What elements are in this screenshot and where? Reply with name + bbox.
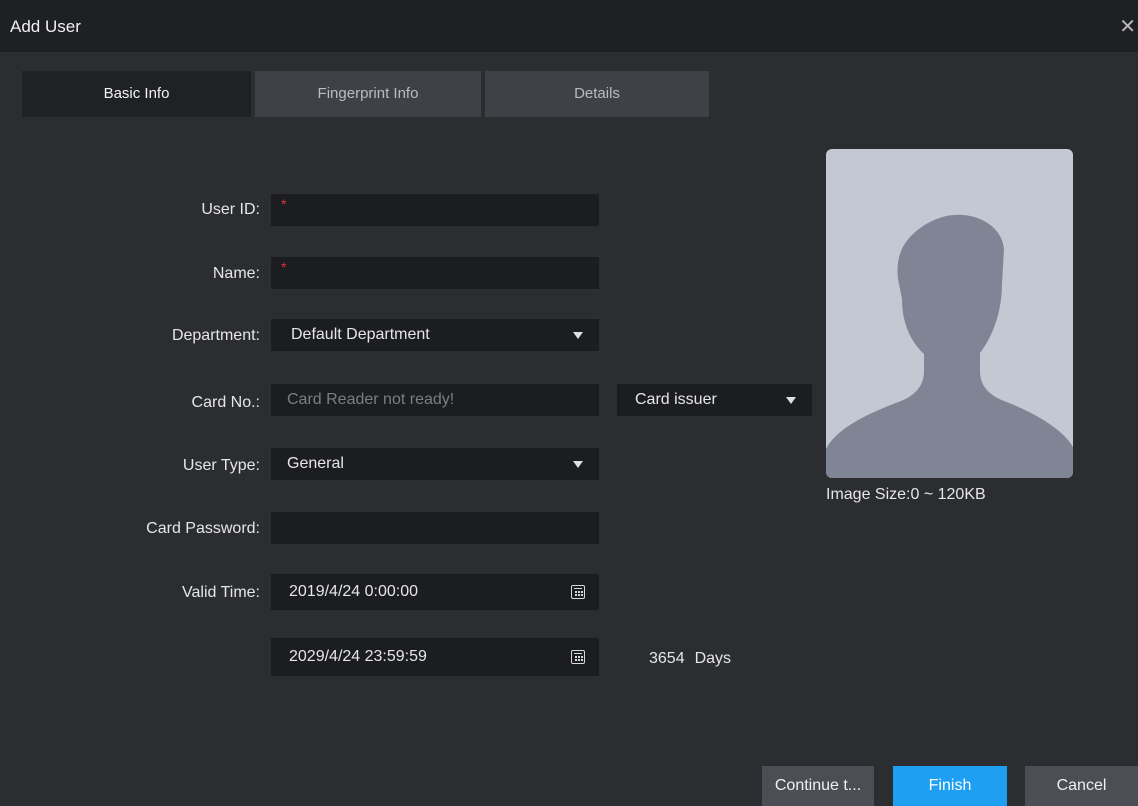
user-type-value: General [287,455,344,472]
valid-days-count: 3654 [649,650,685,667]
tab-fingerprint-info[interactable]: Fingerprint Info [255,71,481,117]
card-no-placeholder: Card Reader not ready! [287,391,455,408]
card-no-input[interactable]: Card Reader not ready! [271,384,599,416]
required-mark: * [281,196,287,212]
department-label: Department: [171,327,260,344]
user-id-input[interactable]: * [271,194,599,226]
user-type-select[interactable]: General [271,448,599,480]
close-icon[interactable]: ✕ [1119,14,1136,39]
window-title: Add User [10,17,81,36]
user-photo[interactable] [826,149,1073,478]
valid-days-unit: Days [694,650,732,667]
name-input[interactable]: * [271,257,599,289]
user-id-label: User ID: [201,201,260,218]
card-password-input[interactable] [271,512,599,544]
tab-basic-info[interactable]: Basic Info [22,71,251,117]
image-size-hint: Image Size:0 ~ 120KB [826,486,986,503]
calendar-icon[interactable] [571,585,585,599]
valid-time-label: Valid Time: [182,584,260,601]
user-type-label: User Type: [182,457,260,474]
department-select[interactable]: Default Department [271,319,599,351]
card-issuer-select[interactable]: Card issuer [617,384,812,416]
card-issuer-value: Card issuer [635,391,717,408]
chevron-down-icon [573,461,583,468]
valid-time-start-input[interactable]: 2019/4/24 0:00:00 [271,574,599,610]
tab-details[interactable]: Details [485,71,709,117]
name-label: Name: [212,265,260,282]
valid-time-end-value: 2029/4/24 23:59:59 [289,648,427,665]
department-value: Default Department [291,326,430,343]
chevron-down-icon [573,332,583,339]
cancel-button[interactable]: Cancel [1025,766,1138,806]
calendar-icon[interactable] [571,650,585,664]
valid-time-end-input[interactable]: 2029/4/24 23:59:59 [271,638,599,676]
required-mark: * [281,259,287,275]
continue-button[interactable]: Continue t... [762,766,874,806]
valid-time-start-value: 2019/4/24 0:00:00 [289,583,419,600]
chevron-down-icon [786,397,796,404]
card-password-label: Card Password: [146,520,260,537]
valid-days: 3654 Days [649,650,731,668]
avatar-placeholder-icon [826,214,1073,478]
finish-button[interactable]: Finish [893,766,1007,806]
title-bar: Add User ✕ [0,0,1138,52]
card-no-label: Card No.: [191,394,260,411]
